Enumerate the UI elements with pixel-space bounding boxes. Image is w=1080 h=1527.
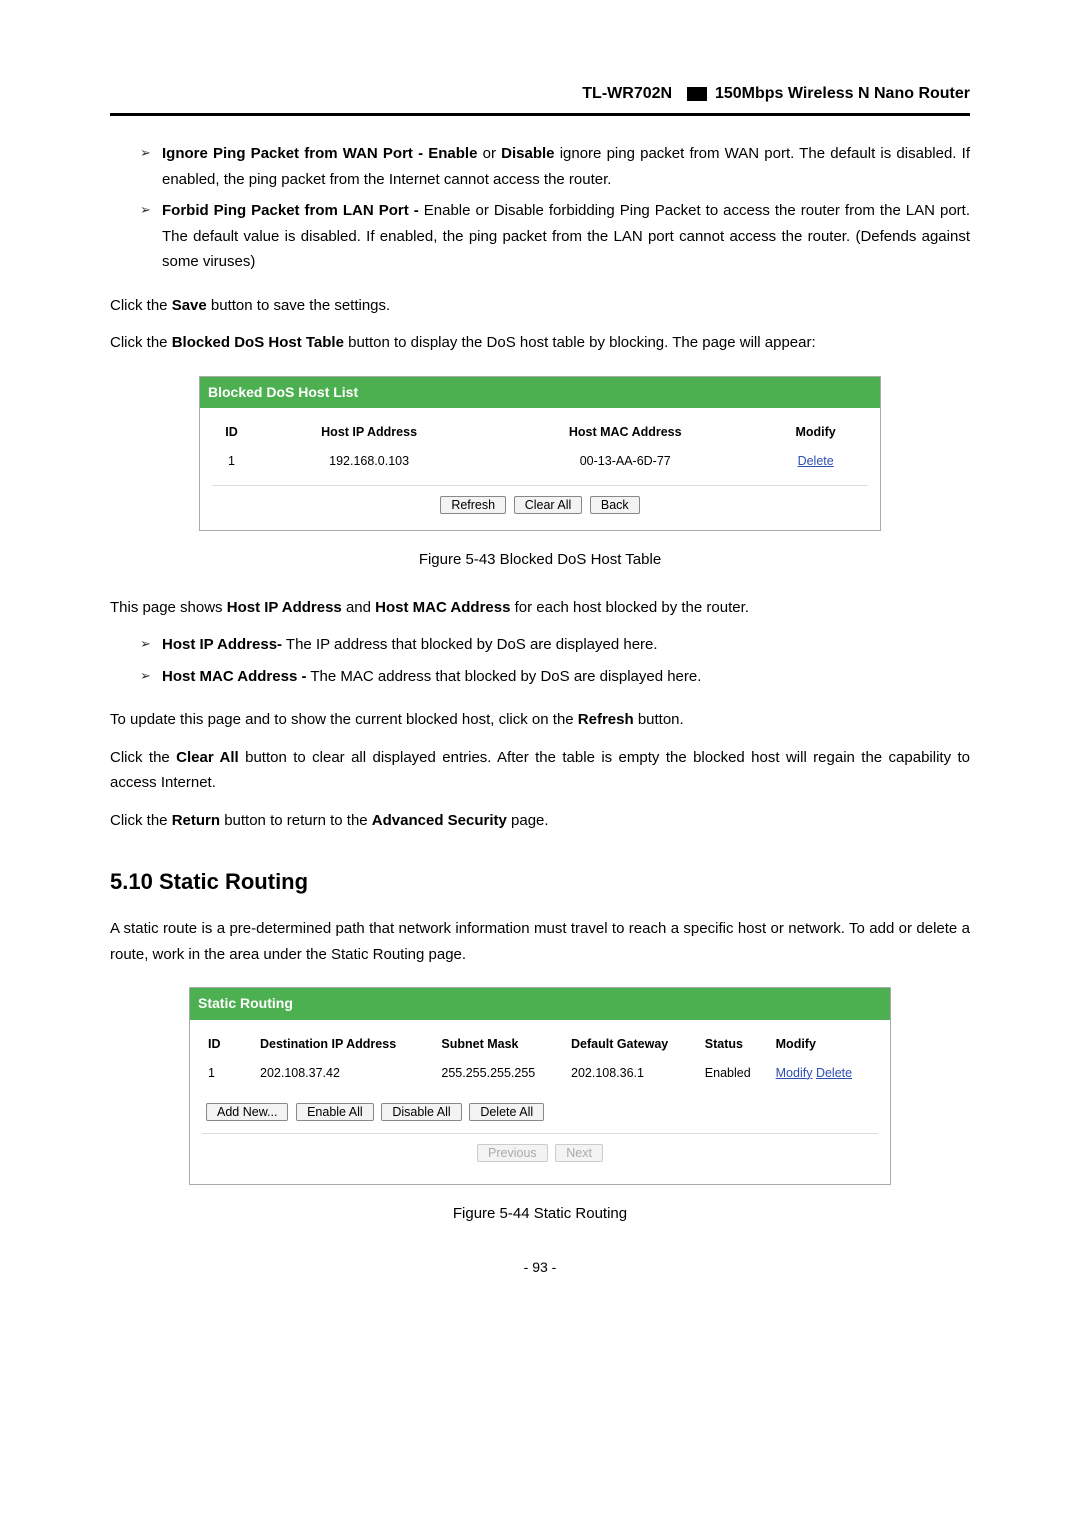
bullet-item: Ignore Ping Packet from WAN Port - Enabl… — [140, 141, 970, 192]
cell-status: Enabled — [699, 1060, 770, 1087]
cell-id: 1 — [212, 448, 251, 475]
table-row: 1 192.168.0.103 00-13-AA-6D-77 Delete — [212, 448, 868, 475]
disable-all-button[interactable]: Disable All — [381, 1103, 461, 1121]
enable-all-button[interactable]: Enable All — [296, 1103, 374, 1121]
col-dest: Destination IP Address — [254, 1030, 435, 1059]
section-number: 5.10 — [110, 869, 153, 894]
cell-mask: 255.255.255.255 — [435, 1060, 565, 1087]
bullet-bold: Ignore Ping Packet from WAN Port - Enabl… — [162, 145, 477, 162]
refresh-button[interactable]: Refresh — [440, 496, 506, 514]
col-gw: Default Gateway — [565, 1030, 699, 1059]
paragraph-save: Click the Save button to save the settin… — [110, 293, 970, 319]
panel-title: Blocked DoS Host List — [200, 377, 880, 409]
paragraph-shows: This page shows Host IP Address and Host… — [110, 595, 970, 621]
page-number: - 93 - — [110, 1256, 970, 1280]
table-header-row: ID Host IP Address Host MAC Address Modi… — [212, 418, 868, 447]
bullet-bold: Host MAC Address - — [162, 668, 306, 685]
dos-table: ID Host IP Address Host MAC Address Modi… — [212, 418, 868, 475]
delete-link[interactable]: Delete — [798, 454, 834, 468]
figure-1-wrap: Blocked DoS Host List ID Host IP Address… — [110, 376, 970, 531]
bullet-item: Host IP Address- The IP address that blo… — [140, 632, 970, 658]
col-id: ID — [202, 1030, 254, 1059]
static-routing-table: ID Destination IP Address Subnet Mask De… — [202, 1030, 878, 1087]
add-new-button[interactable]: Add New... — [206, 1103, 288, 1121]
button-row: Add New... Enable All Disable All Delete… — [204, 1101, 878, 1123]
table-row: 1 202.108.37.42 255.255.255.255 202.108.… — [202, 1060, 878, 1087]
button-row: Refresh Clear All Back — [212, 485, 868, 516]
bullet-text: The IP address that blocked by DoS are d… — [282, 636, 658, 653]
table-header-row: ID Destination IP Address Subnet Mask De… — [202, 1030, 878, 1059]
header-divider — [687, 87, 707, 101]
figure-2-caption: Figure 5-44 Static Routing — [110, 1201, 970, 1227]
previous-button: Previous — [477, 1144, 548, 1162]
paragraph-static: A static route is a pre-determined path … — [110, 916, 970, 967]
panel-title: Static Routing — [190, 988, 890, 1020]
pager-row: Previous Next — [202, 1133, 878, 1170]
section-heading: 5.10 Static Routing — [110, 863, 970, 900]
page-header: TL-WR702N 150Mbps Wireless N Nano Router — [110, 80, 970, 116]
back-button[interactable]: Back — [590, 496, 640, 514]
col-mask: Subnet Mask — [435, 1030, 565, 1059]
modify-link[interactable]: Modify — [776, 1066, 813, 1080]
cell-ip: 192.168.0.103 — [251, 448, 487, 475]
blocked-dos-panel: Blocked DoS Host List ID Host IP Address… — [199, 376, 881, 531]
panel-body: ID Destination IP Address Subnet Mask De… — [190, 1020, 890, 1184]
col-mac: Host MAC Address — [487, 418, 763, 447]
col-status: Status — [699, 1030, 770, 1059]
panel-body: ID Host IP Address Host MAC Address Modi… — [200, 408, 880, 530]
delete-all-button[interactable]: Delete All — [469, 1103, 544, 1121]
paragraph-clear: Click the Clear All button to clear all … — [110, 745, 970, 796]
figure-2-wrap: Static Routing ID Destination IP Address… — [110, 987, 970, 1184]
paragraph-refresh: To update this page and to show the curr… — [110, 707, 970, 733]
bullet-bold: Forbid Ping Packet from LAN Port - — [162, 202, 419, 219]
figure-1-caption: Figure 5-43 Blocked DoS Host Table — [110, 547, 970, 573]
static-routing-panel: Static Routing ID Destination IP Address… — [189, 987, 891, 1184]
section-title: Static Routing — [159, 869, 308, 894]
header-desc: 150Mbps Wireless N Nano Router — [715, 85, 970, 102]
cell-mac: 00-13-AA-6D-77 — [487, 448, 763, 475]
header-model: TL-WR702N — [582, 85, 678, 102]
bullet-item: Forbid Ping Packet from LAN Port - Enabl… — [140, 198, 970, 275]
bullet-bold: Host IP Address- — [162, 636, 282, 653]
bullet-text: The MAC address that blocked by DoS are … — [306, 668, 701, 685]
cell-id: 1 — [202, 1060, 254, 1087]
paragraph-blocked: Click the Blocked DoS Host Table button … — [110, 330, 970, 356]
bullet-item: Host MAC Address - The MAC address that … — [140, 664, 970, 690]
cell-gw: 202.108.36.1 — [565, 1060, 699, 1087]
col-id: ID — [212, 418, 251, 447]
col-ip: Host IP Address — [251, 418, 487, 447]
paragraph-return: Click the Return button to return to the… — [110, 808, 970, 834]
col-modify: Modify — [763, 418, 868, 447]
cell-dest: 202.108.37.42 — [254, 1060, 435, 1087]
top-bullet-list: Ignore Ping Packet from WAN Port - Enabl… — [110, 141, 970, 275]
col-modify: Modify — [770, 1030, 878, 1059]
next-button: Next — [555, 1144, 603, 1162]
mid-bullet-list: Host IP Address- The IP address that blo… — [110, 632, 970, 689]
delete-link[interactable]: Delete — [816, 1066, 852, 1080]
clear-all-button[interactable]: Clear All — [514, 496, 583, 514]
